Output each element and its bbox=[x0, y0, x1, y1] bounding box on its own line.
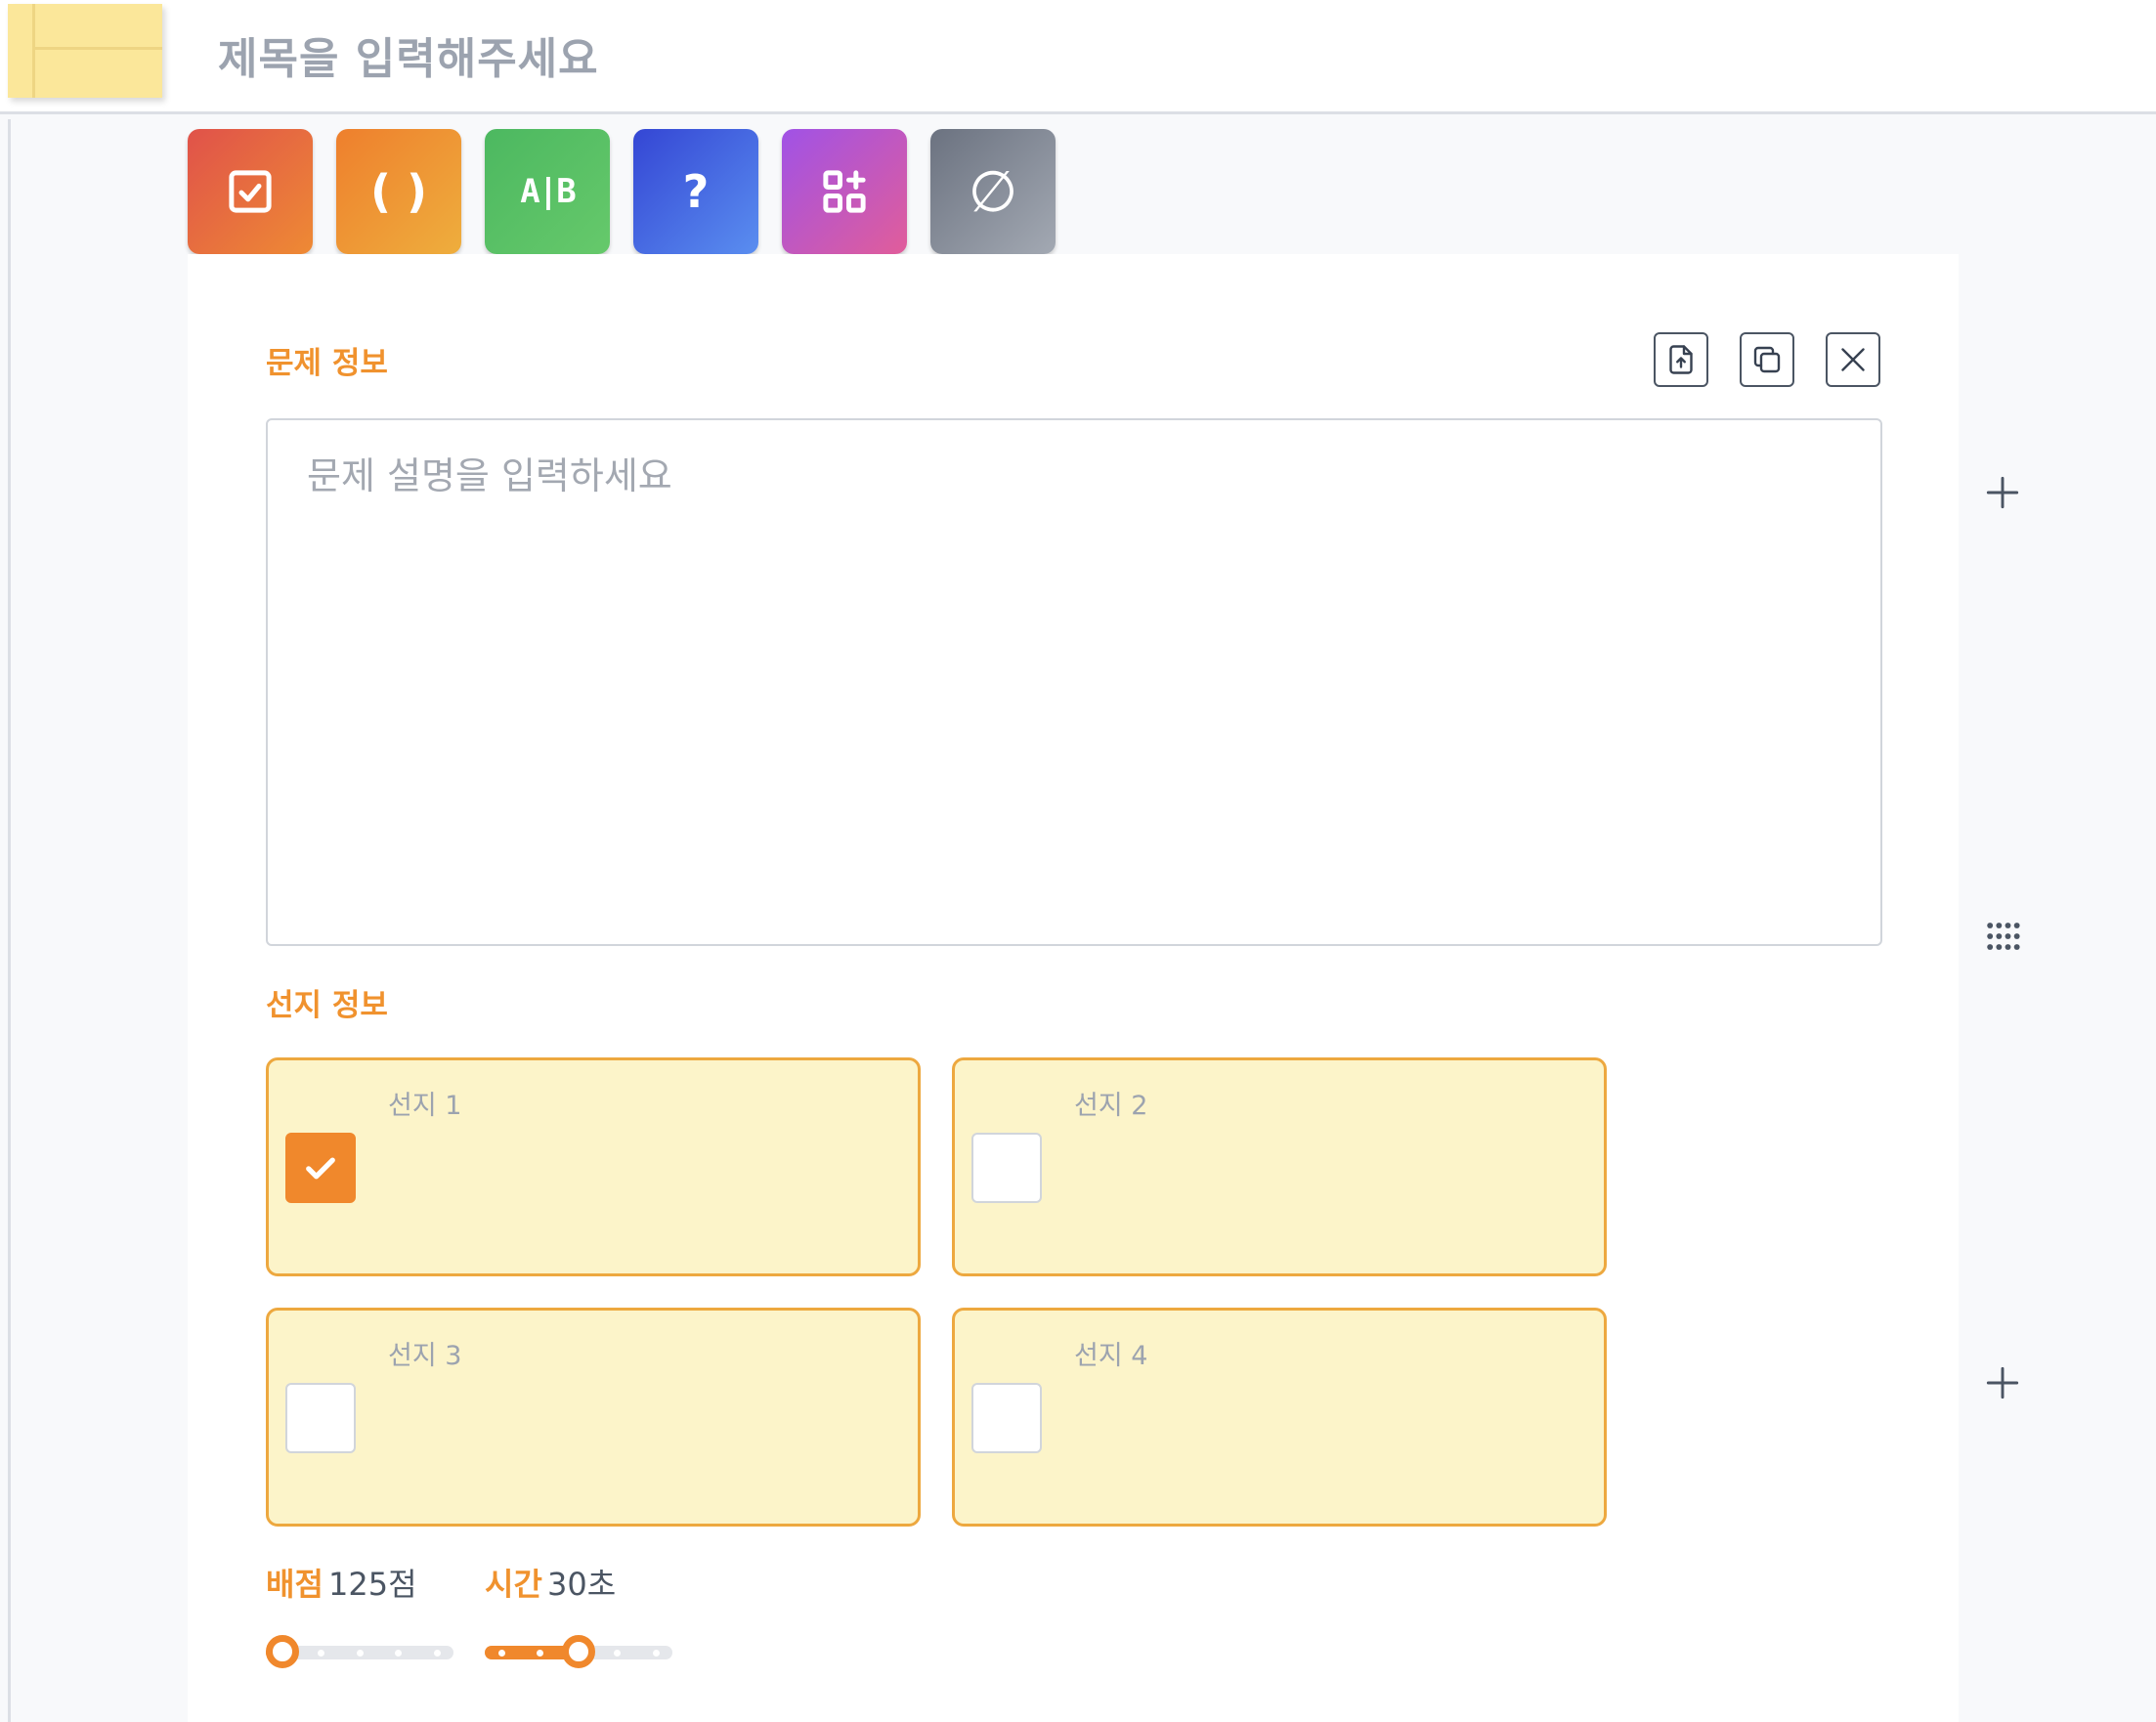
slider-step-dot bbox=[433, 1650, 441, 1657]
drag-handle[interactable] bbox=[1973, 907, 2032, 966]
time-value: 30초 bbox=[547, 1566, 617, 1603]
choice-card-4[interactable]: 선지 4 bbox=[952, 1308, 1607, 1527]
choice-label: 선지 4 bbox=[1074, 1341, 1148, 1371]
checkmark-icon bbox=[306, 1157, 335, 1180]
score-value: 125점 bbox=[328, 1566, 417, 1603]
copy-icon bbox=[1753, 346, 1781, 373]
slider-step-dot bbox=[356, 1650, 364, 1657]
left-rail-divider bbox=[8, 119, 11, 1722]
choices-info-label: 선지 정보 bbox=[266, 988, 388, 1023]
score-label: 배점 bbox=[266, 1566, 323, 1603]
question-icon: ? bbox=[682, 165, 710, 218]
question-description-input[interactable] bbox=[266, 418, 1882, 946]
file-upload-icon bbox=[1669, 345, 1693, 374]
slider-step-dot bbox=[537, 1650, 543, 1657]
matching-button[interactable] bbox=[782, 129, 907, 254]
upload-button[interactable] bbox=[1654, 332, 1708, 387]
slider-knob[interactable] bbox=[266, 1635, 299, 1668]
close-button[interactable] bbox=[1826, 332, 1880, 387]
choice-card-2[interactable]: 선지 2 bbox=[952, 1057, 1607, 1276]
choice-label: 선지 2 bbox=[1074, 1091, 1148, 1121]
plus-icon bbox=[1986, 1366, 2019, 1399]
add-below-button[interactable] bbox=[1973, 1354, 2032, 1412]
short-answer-button[interactable]: ? bbox=[633, 129, 758, 254]
a-b-icon: A|B bbox=[520, 172, 576, 211]
choice-checkbox[interactable] bbox=[971, 1383, 1042, 1453]
time-label: 시간 bbox=[485, 1566, 542, 1603]
slider-step-dot bbox=[395, 1650, 402, 1657]
add-above-button[interactable] bbox=[1973, 463, 2032, 522]
choice-label: 선지 3 bbox=[388, 1341, 462, 1371]
checkbox-quiz-button[interactable] bbox=[188, 129, 313, 254]
parentheses-icon: ( ) bbox=[369, 165, 428, 218]
sticky-note-logo-icon bbox=[8, 4, 162, 98]
apps-add-icon bbox=[823, 170, 866, 213]
top-bar: 제목을 입력해주세요 bbox=[0, 0, 2156, 114]
logo[interactable] bbox=[0, 0, 188, 103]
copy-button[interactable] bbox=[1740, 332, 1794, 387]
time-slider[interactable] bbox=[485, 1631, 672, 1674]
close-icon bbox=[1841, 348, 1865, 371]
choice-checkbox[interactable] bbox=[285, 1133, 356, 1203]
question-info-label: 문제 정보 bbox=[266, 346, 388, 381]
slider-step-dot bbox=[614, 1650, 621, 1657]
choice-label: 선지 1 bbox=[388, 1091, 462, 1121]
choice-card-3[interactable]: 선지 3 bbox=[266, 1308, 921, 1527]
none-type-button[interactable]: ∅ bbox=[930, 129, 1056, 254]
empty-set-icon: ∅ bbox=[968, 158, 1018, 225]
check-square-icon bbox=[229, 170, 272, 213]
choice-checkbox[interactable] bbox=[285, 1383, 356, 1453]
score-slider[interactable] bbox=[266, 1631, 453, 1674]
ox-quiz-button[interactable]: A|B bbox=[485, 129, 610, 254]
slider-step-dot bbox=[652, 1650, 660, 1657]
slider-step-dot bbox=[318, 1650, 324, 1657]
choice-card-1[interactable]: 선지 1 bbox=[266, 1057, 921, 1276]
drag-grip-icon bbox=[1987, 923, 2020, 950]
plus-icon bbox=[1986, 476, 2019, 509]
choice-checkbox[interactable] bbox=[971, 1133, 1042, 1203]
slider-step-dot bbox=[497, 1650, 505, 1657]
slider-knob[interactable] bbox=[562, 1635, 595, 1668]
question-card: 문제 정보 선지 정보 선지 1 선지 2 선지 3 선지 4 bbox=[188, 254, 1959, 1722]
document-title[interactable]: 제목을 입력해주세요 bbox=[218, 23, 599, 86]
fill-blank-button[interactable]: ( ) bbox=[336, 129, 461, 254]
